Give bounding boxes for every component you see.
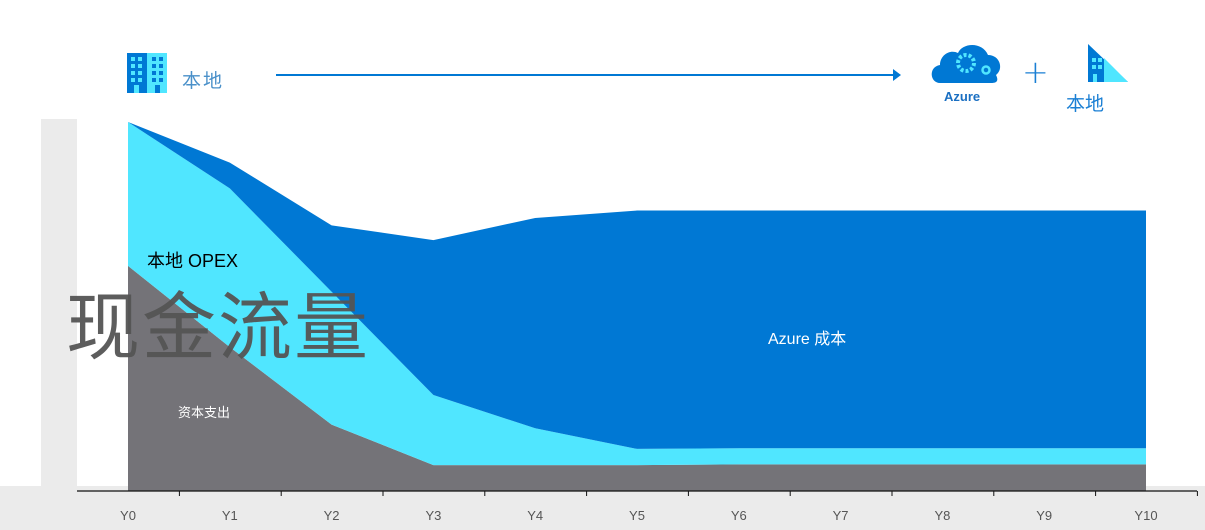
x-axis-labels: Y0 Y1 Y2 Y3 Y4 Y5 Y6 Y7 Y8 Y9 Y10 bbox=[120, 508, 1158, 523]
x-tick-label: Y5 bbox=[629, 508, 645, 523]
x-tick-label: Y0 bbox=[120, 508, 136, 523]
x-tick-label: Y4 bbox=[527, 508, 543, 523]
x-tick-label: Y9 bbox=[1036, 508, 1052, 523]
x-tick-label: Y1 bbox=[222, 508, 238, 523]
x-axis-ticks bbox=[178, 491, 1198, 496]
arrow-right-icon bbox=[276, 69, 901, 81]
x-tick-label: Y10 bbox=[1134, 508, 1157, 523]
azure-cost-annotation: Azure 成本 bbox=[768, 331, 847, 348]
x-tick-label: Y8 bbox=[934, 508, 950, 523]
hybrid-on-premises-label: 本地 bbox=[1066, 93, 1105, 115]
x-tick-label: Y7 bbox=[833, 508, 849, 523]
capex-annotation: 资本支出 bbox=[178, 406, 231, 421]
building-icon bbox=[127, 53, 167, 93]
plus-sign: + bbox=[1022, 53, 1049, 91]
azure-cloud-gear-icon bbox=[931, 45, 1001, 83]
building-hybrid-icon bbox=[1088, 44, 1128, 82]
on-premises-label: 本地 bbox=[182, 70, 225, 92]
x-tick-label: Y3 bbox=[425, 508, 441, 523]
azure-label: Azure bbox=[944, 89, 981, 104]
x-tick-label: Y6 bbox=[731, 508, 747, 523]
chart-title: 现金流量 bbox=[66, 285, 370, 371]
x-tick-label: Y2 bbox=[324, 508, 340, 523]
